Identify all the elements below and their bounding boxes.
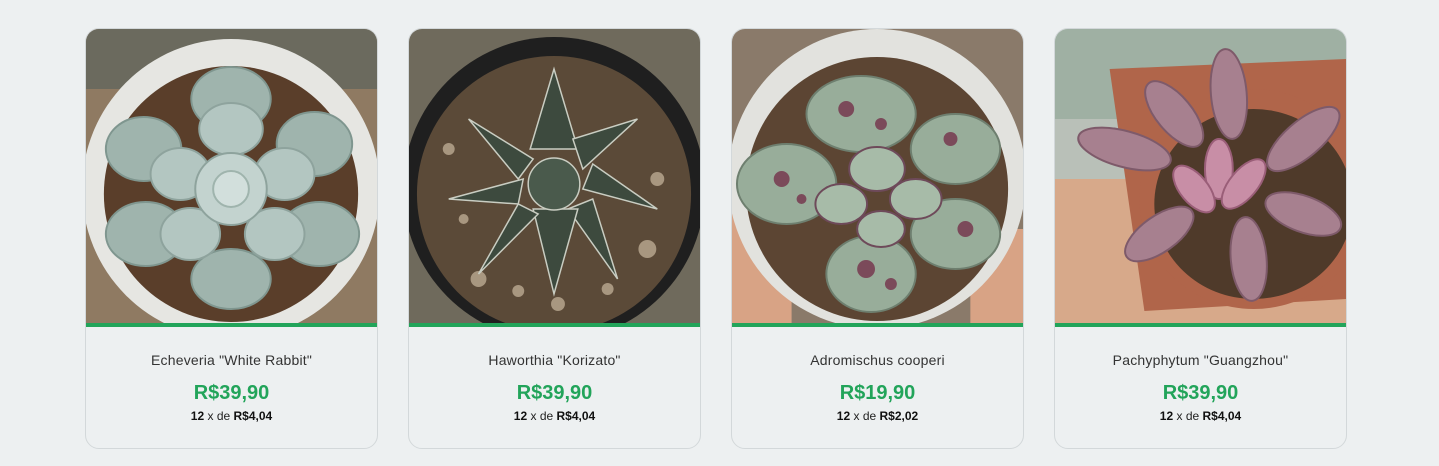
product-card[interactable]: Echeveria "White Rabbit" R$39,90 12 x de…	[85, 28, 378, 449]
installment-count: 12	[836, 409, 851, 423]
product-price: R$39,90	[516, 382, 593, 404]
installment-separator: x de	[1176, 409, 1200, 423]
pachyphytum-photo[interactable]	[1055, 29, 1346, 327]
haworthia-photo[interactable]	[409, 29, 700, 327]
installment-value: R$4,04	[1202, 409, 1242, 423]
installment-value: R$2,02	[879, 409, 919, 423]
installment-value: R$4,04	[233, 409, 273, 423]
installment-count: 12	[1159, 409, 1174, 423]
product-price: R$19,90	[839, 382, 916, 404]
installment-count: 12	[190, 409, 205, 423]
product-name[interactable]: Adromischus cooperi	[732, 352, 1023, 368]
product-name[interactable]: Pachyphytum "Guangzhou"	[1055, 352, 1346, 368]
product-card[interactable]: Pachyphytum "Guangzhou" R$39,90 12 x de …	[1054, 28, 1347, 449]
adromischus-photo[interactable]	[732, 29, 1023, 327]
product-card[interactable]: Adromischus cooperi R$19,90 12 x de R$2,…	[731, 28, 1024, 449]
echeveria-photo[interactable]	[86, 29, 377, 327]
installment-count: 12	[513, 409, 528, 423]
product-name[interactable]: Haworthia "Korizato"	[409, 352, 700, 368]
installment-info: 12 x de R$4,04	[409, 409, 700, 423]
installment-info: 12 x de R$4,04	[86, 409, 377, 423]
product-name[interactable]: Echeveria "White Rabbit"	[86, 352, 377, 368]
product-grid: Echeveria "White Rabbit" R$39,90 12 x de…	[85, 28, 1347, 449]
product-price: R$39,90	[1162, 382, 1239, 404]
installment-separator: x de	[207, 409, 231, 423]
installment-value: R$4,04	[556, 409, 596, 423]
installment-info: 12 x de R$4,04	[1055, 409, 1346, 423]
installment-info: 12 x de R$2,02	[732, 409, 1023, 423]
installment-separator: x de	[530, 409, 554, 423]
product-card[interactable]: Haworthia "Korizato" R$39,90 12 x de R$4…	[408, 28, 701, 449]
product-price: R$39,90	[193, 382, 270, 404]
installment-separator: x de	[853, 409, 877, 423]
